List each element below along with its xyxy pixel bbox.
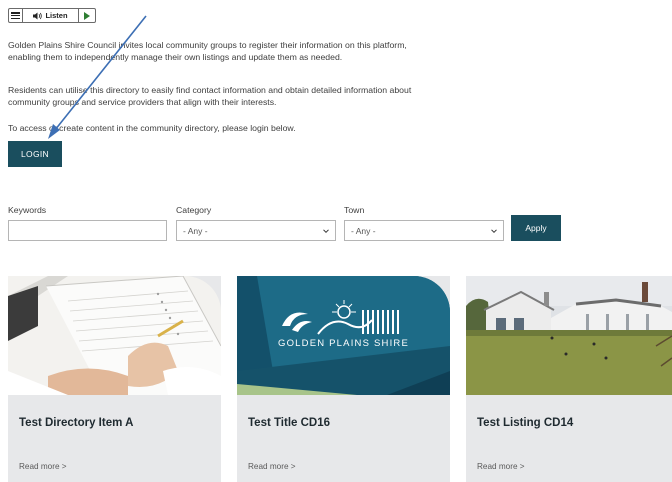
directory-card[interactable]: Test Listing CD14 Read more > [466, 276, 672, 482]
intro-paragraph-3: To access or create content in the commu… [8, 123, 296, 133]
read-more-link[interactable]: Read more > [477, 462, 525, 471]
card-title[interactable]: Test Listing CD14 [477, 417, 573, 429]
speaker-icon [33, 12, 43, 19]
menu-icon [11, 12, 20, 19]
directory-card[interactable]: GOLDEN PLAINS SHIRE Test Title CD16 Read… [237, 276, 450, 482]
play-button[interactable] [79, 9, 95, 22]
read-more-link[interactable]: Read more > [19, 462, 67, 471]
chevron-down-icon [491, 228, 497, 233]
play-icon [84, 11, 90, 20]
chevron-down-icon [323, 228, 329, 233]
card-title[interactable]: Test Title CD16 [248, 417, 330, 429]
card-image-notebook [8, 276, 221, 395]
menu-button[interactable] [9, 9, 23, 22]
read-more-link[interactable]: Read more > [248, 462, 296, 471]
category-selected-value: - Any - [183, 225, 208, 236]
card-title[interactable]: Test Directory Item A [19, 417, 133, 429]
directory-card[interactable]: Test Directory Item A Read more > [8, 276, 221, 482]
category-select[interactable]: - Any - [176, 220, 336, 241]
town-select[interactable]: - Any - [344, 220, 504, 241]
town-label: Town [344, 205, 365, 215]
intro-paragraph-1: Golden Plains Shire Council invites loca… [8, 40, 407, 62]
apply-button[interactable]: Apply [511, 215, 561, 241]
keywords-label: Keywords [8, 205, 47, 215]
listen-toolbar: Listen [8, 8, 96, 23]
card-image-logo: GOLDEN PLAINS SHIRE [237, 276, 450, 395]
town-selected-value: - Any - [351, 225, 376, 236]
listen-label: Listen [45, 11, 68, 20]
intro-paragraph-2: Residents can utilise this directory to … [8, 85, 412, 107]
listen-button[interactable]: Listen [23, 9, 79, 22]
card-image-bowls-club [466, 276, 672, 395]
logo-text: GOLDEN PLAINS SHIRE [277, 338, 410, 349]
login-button[interactable]: LOGIN [8, 141, 62, 167]
category-label: Category [176, 205, 212, 215]
keywords-input[interactable] [8, 220, 167, 241]
